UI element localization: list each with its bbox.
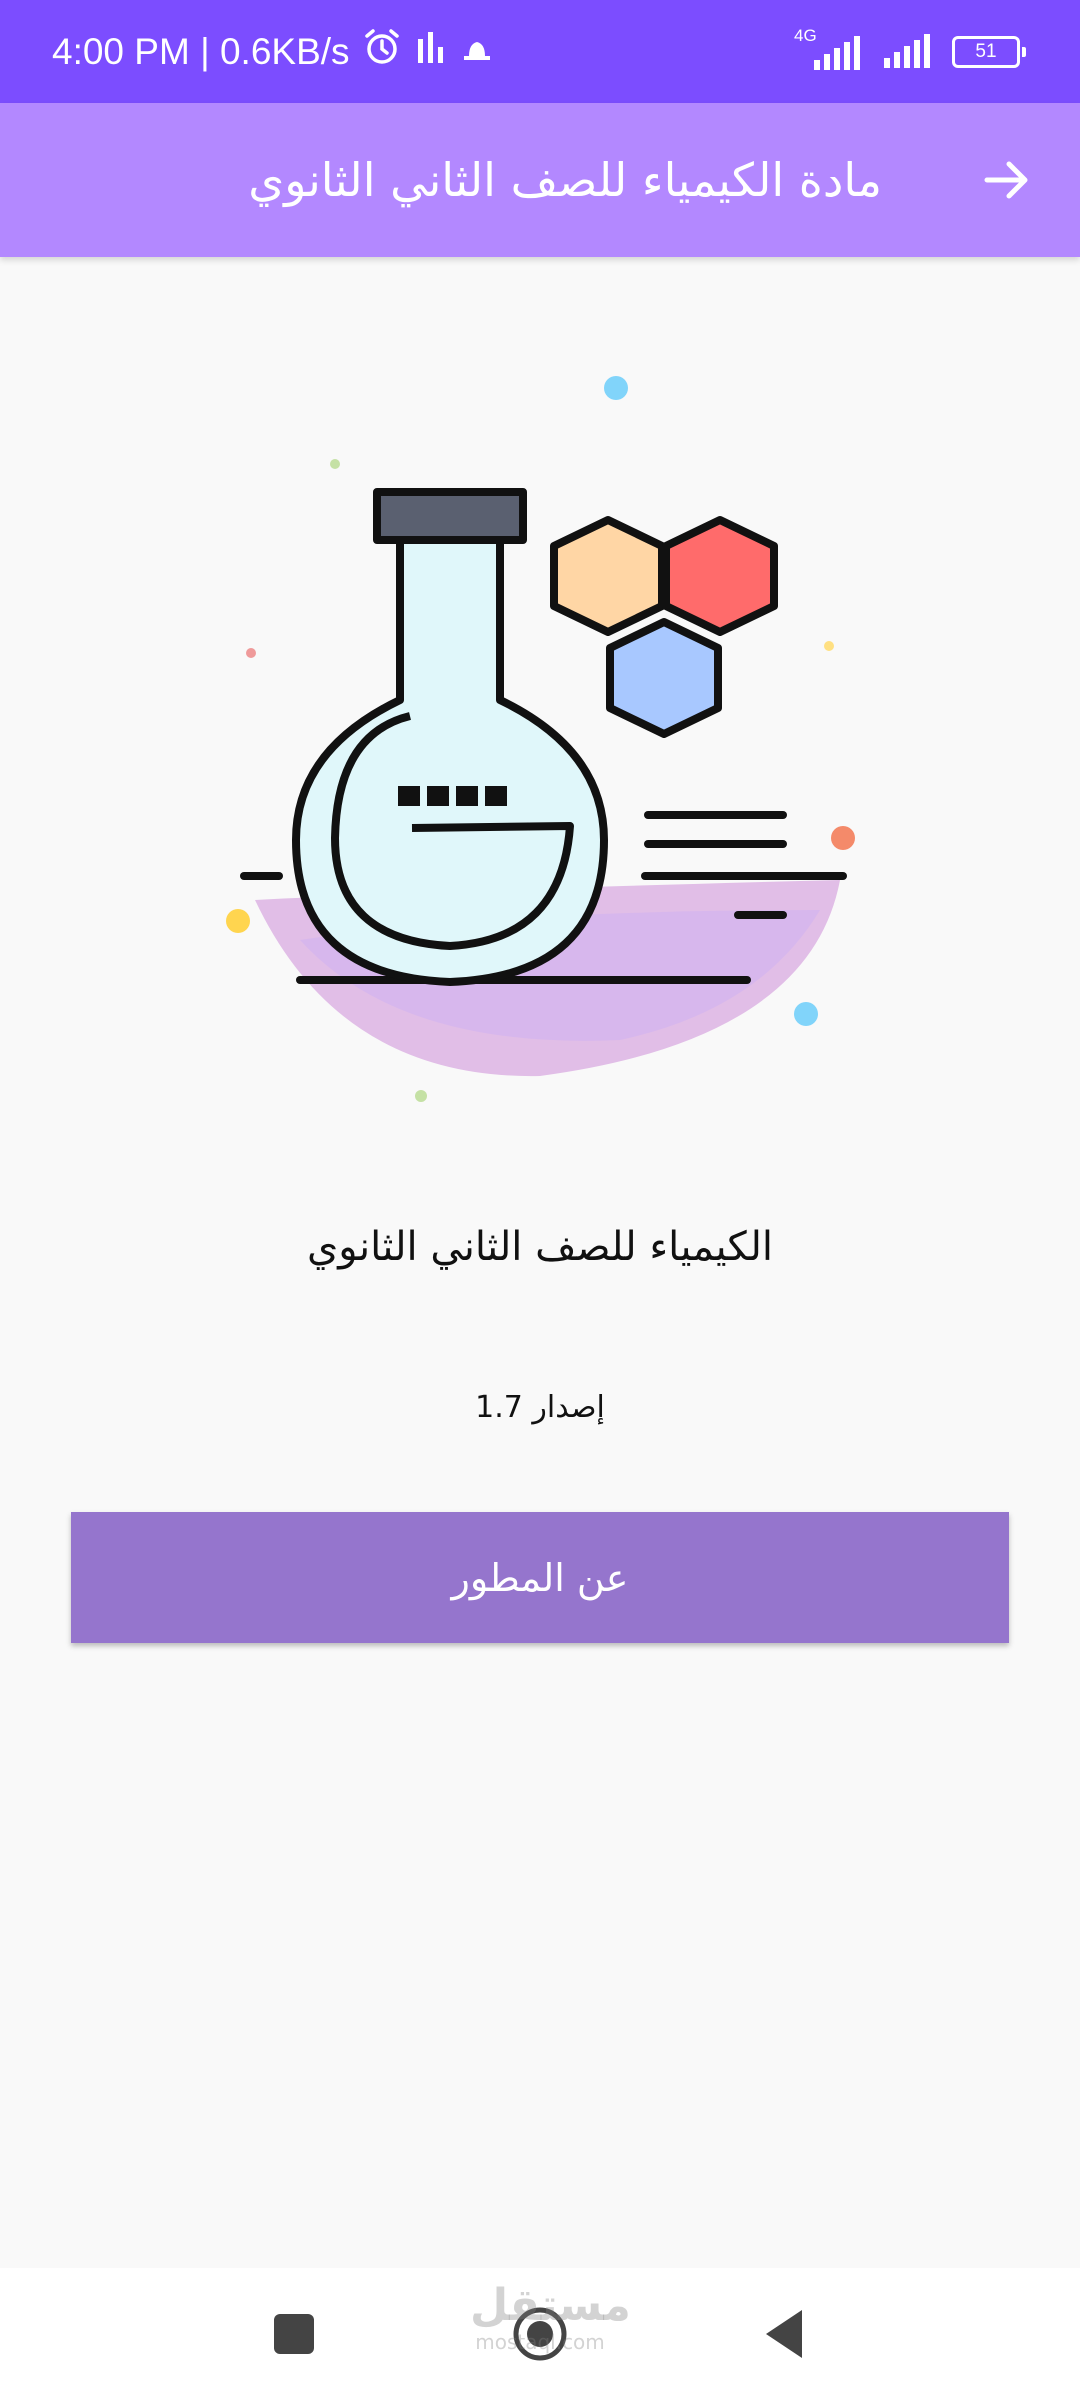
about-developer-button[interactable]: عن المطور (71, 1512, 1009, 1643)
network-label: 4G (794, 25, 817, 45)
status-bar: 4:00 PM | 0.6KB/s 4G 51 (0, 0, 1080, 103)
app-name: الكيمياء للصف الثاني الثانوي (306, 1224, 773, 1270)
hexagon-molecule (550, 516, 778, 738)
chemistry-flask-illustration (226, 376, 855, 1102)
watermark-subtext: mostaql.com (475, 2330, 605, 2354)
square-icon (274, 2314, 314, 2354)
data-usage-icon (414, 29, 448, 74)
version-label: إصدار 1.7 (475, 1390, 605, 1425)
app-bar-title: مادة الكيمياء للصف الثاني الثانوي (248, 153, 882, 207)
status-time-speed: 4:00 PM | 0.6KB/s (52, 30, 350, 72)
nav-back-button[interactable] (744, 2294, 824, 2374)
arrow-right-icon (984, 161, 1028, 199)
signal-4g-icon: 4G (794, 26, 864, 72)
app-bar: مادة الكيمياء للصف الثاني الثانوي (0, 103, 1080, 257)
status-left: 4:00 PM | 0.6KB/s (52, 0, 494, 103)
status-right: 4G 51 (794, 0, 1026, 103)
mosque-icon (460, 30, 494, 73)
alarm-icon (362, 27, 402, 76)
nav-recents-button[interactable] (254, 2294, 334, 2374)
watermark-text: مستقل (470, 2280, 631, 2331)
triangle-back-icon (766, 2310, 802, 2358)
battery-level: 51 (975, 40, 997, 62)
back-button[interactable] (968, 141, 1046, 219)
battery-icon: 51 (952, 35, 1026, 68)
signal-icon (882, 30, 934, 74)
